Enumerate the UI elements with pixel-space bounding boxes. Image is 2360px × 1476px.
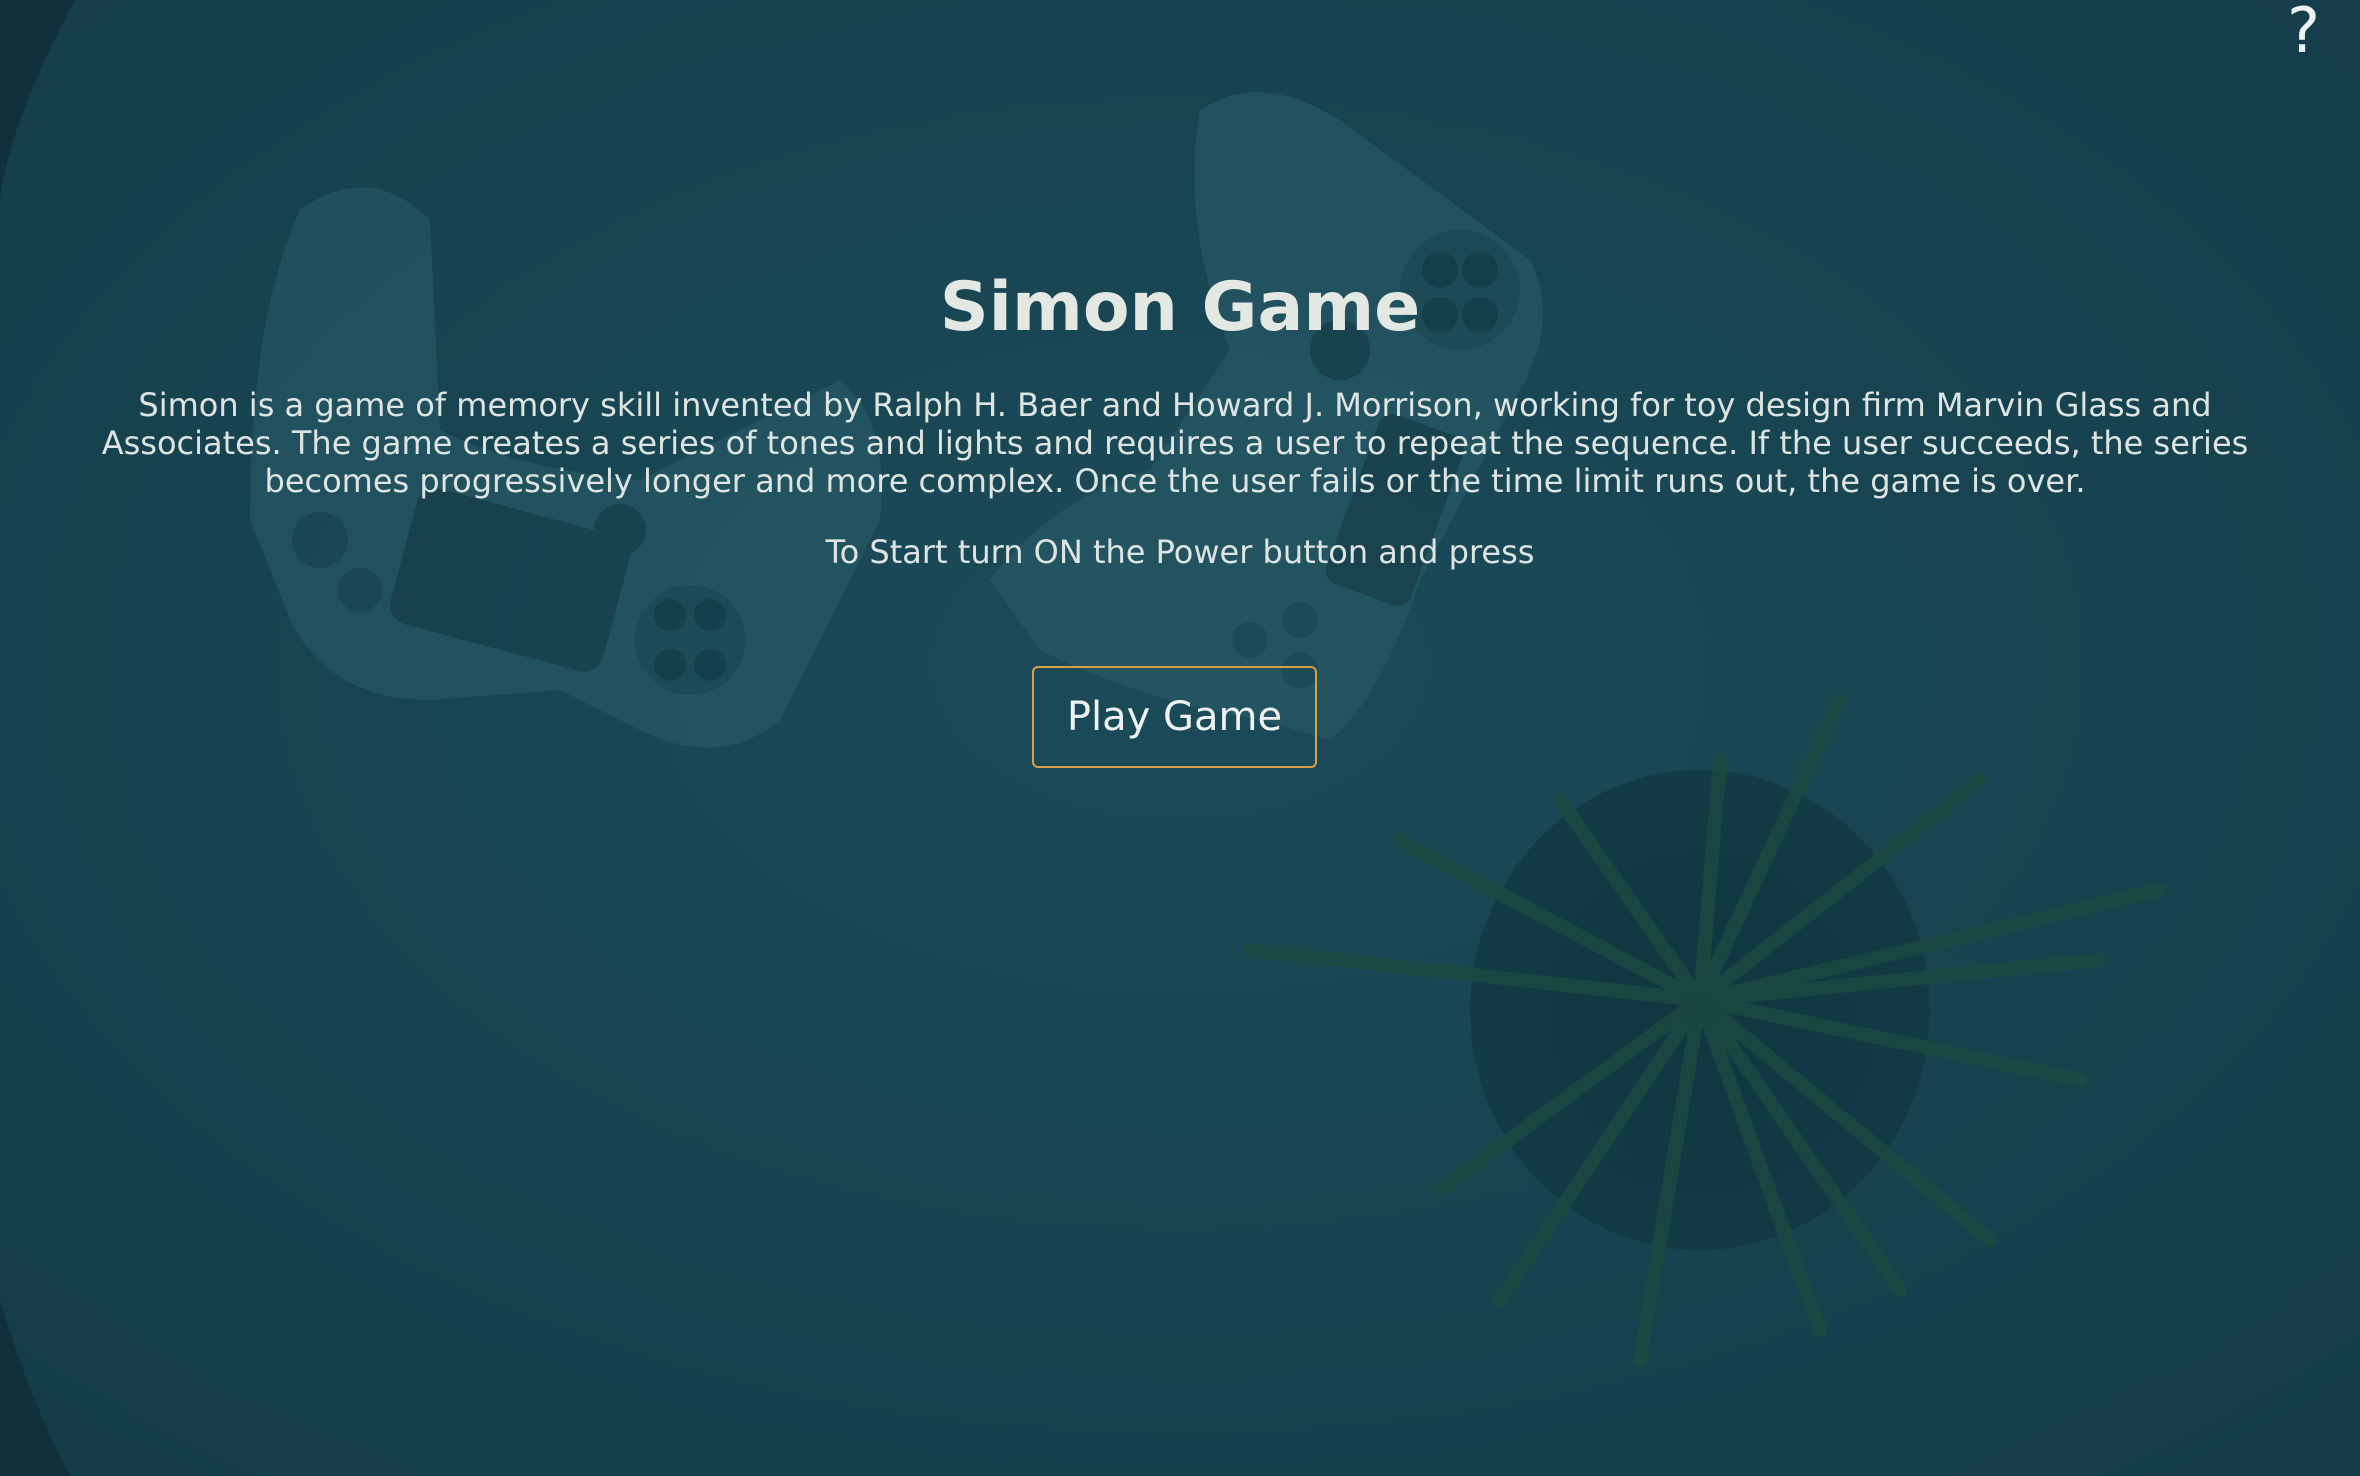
help-button[interactable]: ? bbox=[2287, 0, 2320, 62]
play-game-button[interactable]: Play Game bbox=[1032, 666, 1317, 768]
game-description: Simon is a game of memory skill invented… bbox=[101, 386, 2249, 500]
page-title: Simon Game bbox=[939, 268, 1421, 347]
start-instruction: To Start turn ON the Power button and pr… bbox=[825, 533, 1535, 571]
